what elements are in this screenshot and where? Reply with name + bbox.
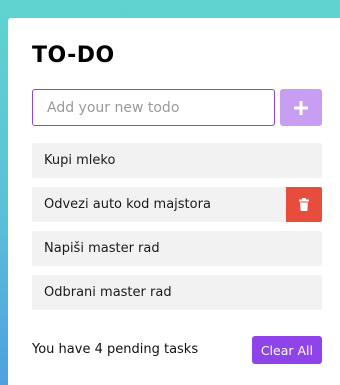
delete-button[interactable] xyxy=(286,187,322,222)
pending-suffix: pending tasks xyxy=(102,342,199,357)
list-item-text: Napiši master rad xyxy=(44,241,160,256)
list-item-text: Kupi mleko xyxy=(44,153,116,168)
list-item[interactable]: Kupi mleko xyxy=(32,143,322,178)
list-item[interactable]: Napiši master rad xyxy=(32,231,322,266)
list-item-text: Odvezi auto kod majstora xyxy=(44,197,211,212)
input-row xyxy=(32,89,322,126)
list-item[interactable]: Odbrani master rad xyxy=(32,275,322,310)
trash-icon xyxy=(299,198,309,211)
pending-prefix: You have xyxy=(32,342,95,357)
todo-card: TO-DO Kupi mleko Odvezi auto kod majstor… xyxy=(8,18,340,385)
todo-input[interactable] xyxy=(32,89,275,126)
add-todo-button[interactable] xyxy=(280,89,322,126)
page-title: TO-DO xyxy=(32,43,115,68)
list-item[interactable]: Odvezi auto kod majstora xyxy=(32,187,322,222)
footer: You have 4 pending tasks Clear All xyxy=(32,336,322,364)
clear-all-button[interactable]: Clear All xyxy=(251,336,322,364)
list-item-text: Odbrani master rad xyxy=(44,285,172,300)
todo-list: Kupi mleko Odvezi auto kod majstora Napi… xyxy=(32,143,322,319)
pending-tasks-text: You have 4 pending tasks xyxy=(32,342,198,357)
pending-count: 4 xyxy=(94,342,103,357)
plus-icon xyxy=(294,100,308,115)
